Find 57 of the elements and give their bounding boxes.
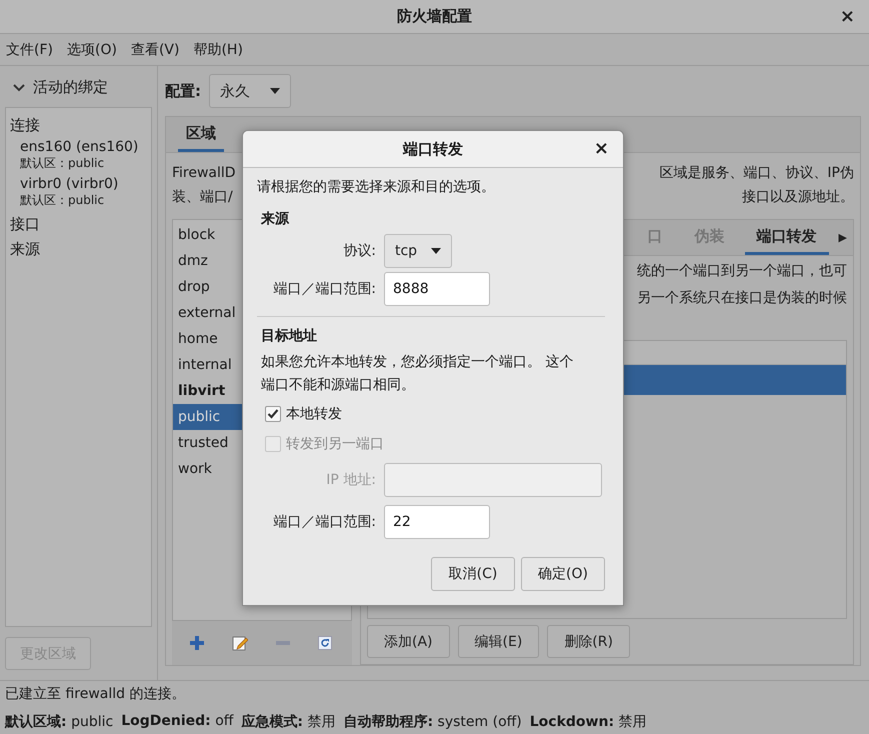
tree-item[interactable]: ens160 (ens160) — [20, 139, 147, 155]
action-button[interactable]: 删除(R) — [547, 625, 630, 658]
tab[interactable]: 端口转发 — [744, 220, 829, 255]
tab-scroll-button[interactable]: ▶ — [836, 220, 849, 255]
reload-icon[interactable] — [316, 634, 334, 652]
tree-item[interactable]: 连接 — [10, 114, 147, 139]
checkbox-label: 转发到另一端口 — [286, 435, 384, 453]
menu-item[interactable]: 帮助(H) — [193, 40, 243, 58]
zone-label: 默认区：public — [20, 155, 106, 172]
note-text: 如果您允许本地转发，您必须指定一个端口。 这个端口不能和源端口相同。 — [261, 353, 574, 395]
menu-item[interactable]: 选项(O) — [66, 40, 117, 58]
zone-label: 默认区：public — [20, 192, 106, 209]
add-icon[interactable] — [188, 634, 206, 652]
description-text: 另一个系统只在接口是伪装的时候 — [637, 289, 847, 308]
config-dropdown[interactable]: 永久 — [209, 74, 291, 108]
chevron-icon[interactable] — [13, 84, 25, 92]
config-label: 配置: — [165, 82, 201, 100]
dialog-title: 端口转发 — [403, 140, 463, 158]
tree-item[interactable]: 来源 — [10, 238, 147, 263]
caret-icon — [270, 88, 280, 94]
field-label: 端口／端口范围: — [272, 280, 377, 298]
action-button[interactable]: 编辑(E) — [458, 625, 540, 658]
menu-item[interactable]: 查看(V) — [130, 40, 180, 58]
section-header: 活动的绑定 — [33, 78, 108, 97]
action-button[interactable]: 添加(A) — [367, 625, 450, 658]
tree-item[interactable]: virbr0 (virbr0) — [20, 176, 147, 192]
port-field[interactable]: 22 — [384, 505, 490, 539]
status-field: 自动帮助程序: system (off) — [343, 712, 522, 730]
field-label: IP 地址: — [325, 471, 377, 489]
window-title: 防火墙配置 — [397, 7, 472, 26]
tab[interactable]: 区域 — [178, 117, 224, 152]
checkbox-label: 本地转发 — [286, 405, 342, 423]
close-button[interactable]: × — [836, 6, 859, 27]
section-heading: 来源 — [261, 210, 290, 228]
intro-text: 请根据您的需要选择来源和目的选项。 — [257, 178, 496, 196]
status-field: LogDenied: off — [121, 712, 234, 730]
status-field: 默认区域: public — [5, 712, 114, 730]
status-field: 应急模式: 禁用 — [241, 712, 336, 730]
section-heading: 目标地址 — [261, 327, 318, 345]
close-button[interactable]: × — [590, 138, 613, 159]
tree-item[interactable]: 接口 — [10, 213, 147, 238]
port-field[interactable]: 8888 — [384, 272, 490, 306]
dialog-button[interactable]: 确定(O) — [521, 557, 605, 591]
description-text: 区域是服务、端口、协议、IP伪 — [659, 164, 854, 183]
description-text: 装、端口/ — [172, 188, 233, 207]
description-text: 接口以及源地址。 — [742, 188, 854, 207]
status-message: 已建立至 firewalld 的连接。 — [5, 684, 186, 702]
description-text: FirewallD — [172, 164, 236, 183]
menu-item[interactable]: 文件(F) — [6, 40, 53, 58]
checkbox[interactable] — [265, 406, 281, 422]
caret-icon — [431, 248, 441, 254]
protocol-dropdown[interactable]: tcp — [384, 234, 452, 268]
description-text: 统的一个端口到另一个端口，也可 — [637, 262, 847, 281]
dialog-button[interactable]: 取消(C) — [431, 557, 515, 591]
status-field: Lockdown: 禁用 — [530, 712, 646, 730]
field-label: 协议: — [342, 242, 377, 260]
field-label: 端口／端口范围: — [272, 513, 377, 531]
